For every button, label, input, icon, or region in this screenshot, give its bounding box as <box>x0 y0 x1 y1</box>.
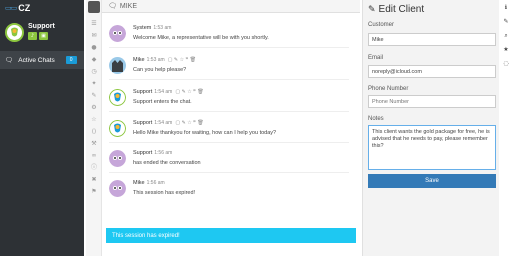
notes-label: Notes <box>368 116 384 122</box>
cat-avatar-icon <box>109 57 126 74</box>
edit-client-panel: ✎ Edit Client Customer Mike Email norepl… <box>362 0 499 256</box>
message-time: 1:53 am <box>153 25 172 31</box>
support-avatar-icon <box>109 89 126 106</box>
tool-rail: ☰ ✉ ● ◆ ◷ ✦ ✎ ⚙ ☆ ⟨⟩ ⚒ ∞ ⓘ ✖ ⚑ <box>86 0 102 256</box>
clock-icon[interactable]: ◷ <box>90 68 98 76</box>
active-chats-count: 0 <box>65 56 77 64</box>
star-icon[interactable]: ☆ <box>90 116 98 124</box>
message-author: System <box>133 25 152 31</box>
left-panel: ▭▭ CZ Support ♪ ▣ 🗨 Active Chats 0 <box>0 0 84 256</box>
message-actions-icon[interactable]: ▢✎☆❞🗑 <box>175 89 205 95</box>
robot-avatar-icon <box>109 180 126 197</box>
agent-name: Support <box>28 23 55 30</box>
support-avatar-icon <box>109 120 126 137</box>
save-button[interactable]: Save <box>368 174 496 188</box>
message-text: Support enters the chat. <box>133 99 192 105</box>
active-chats-label: Active Chats <box>18 56 55 64</box>
robot-avatar-icon <box>109 25 126 42</box>
notes-textarea[interactable]: This client wants the gold package for f… <box>368 125 496 170</box>
code-icon[interactable]: ⟨⟩ <box>90 128 98 136</box>
location-icon[interactable]: ◆ <box>90 56 98 64</box>
link-icon[interactable]: ∞ <box>90 152 98 160</box>
robot-avatar-icon <box>109 150 126 167</box>
info-icon[interactable]: ℹ <box>502 4 510 12</box>
message-text: Can you help please? <box>133 67 187 73</box>
message-text: Hello Mike thankyou for waiting, how can… <box>133 130 277 136</box>
chat-header: 🗨 MIKE <box>102 0 360 13</box>
message-actions-icon[interactable]: ▢✎☆❞🗑 <box>168 57 198 63</box>
monitor-icon: ▭▭ <box>5 3 17 12</box>
flag-icon[interactable]: ⚑ <box>90 188 98 196</box>
message-actions-icon[interactable]: ▢✎☆❞🗑 <box>175 120 205 126</box>
info-icon[interactable]: ⓘ <box>90 164 98 172</box>
message-time: 1:56 am <box>154 150 173 156</box>
search-icon[interactable]: ⌕ <box>502 32 510 40</box>
message-text: This session has expired! <box>133 190 196 196</box>
message-time: 1:54 am <box>154 89 173 95</box>
message-text: has ended the conversation <box>133 160 201 166</box>
active-chats-item[interactable]: 🗨 Active Chats 0 <box>0 51 84 69</box>
agent-avatar <box>5 23 24 42</box>
phone-label: Phone Number <box>368 86 409 92</box>
chat-icon[interactable]: ◌ <box>502 60 510 68</box>
message-author: Support <box>133 120 153 126</box>
edit-icon[interactable]: ✎ <box>502 18 510 26</box>
message-author: Mike <box>133 57 145 63</box>
pin-icon[interactable]: ✦ <box>90 80 98 88</box>
panel-title: ✎ Edit Client <box>368 4 424 15</box>
message-time: 1:53 am <box>146 57 165 63</box>
chat-visitor-name: MIKE <box>119 2 138 10</box>
chat-bubble-icon: 🗨 <box>5 56 14 64</box>
panel-title-text: Edit Client <box>378 4 425 15</box>
message-text: Welcome Mike, a representative will be w… <box>133 35 269 41</box>
star-icon[interactable]: ★ <box>502 46 510 54</box>
visitor-avatar-icon[interactable] <box>88 1 100 13</box>
customer-input[interactable]: Mike <box>368 33 496 46</box>
chat-bubble-icon: 🗨 <box>108 2 117 10</box>
right-rail: ℹ ✎ ⌕ ★ ◌ <box>500 0 512 256</box>
session-expired-banner: This session has expired! <box>106 228 356 243</box>
message-icon[interactable]: ✉ <box>90 32 98 40</box>
brand-logo: ▭▭ CZ <box>5 2 31 13</box>
edit-icon: ✎ <box>368 4 376 15</box>
message-author: Support <box>133 150 153 156</box>
message-author: Mike <box>133 180 145 186</box>
email-input[interactable]: noreply@icloud.com <box>368 65 496 78</box>
pencil-icon[interactable]: ✎ <box>90 92 98 100</box>
email-label: Email <box>368 55 384 61</box>
message-time: 1:56 am <box>146 180 165 186</box>
trash-icon[interactable]: ✖ <box>90 176 98 184</box>
gear-icon[interactable]: ⚙ <box>90 104 98 112</box>
wrench-icon[interactable]: ⚒ <box>90 140 98 148</box>
phone-input[interactable]: Phone Number <box>368 95 496 108</box>
sound-toggle-icon[interactable]: ♪ <box>28 32 37 40</box>
message-author: Support <box>133 89 153 95</box>
message-list: System 1:53 am Welcome Mike, a representa… <box>102 14 360 223</box>
customer-label: Customer <box>368 22 395 28</box>
brand-text: CZ <box>18 2 31 13</box>
user-icon[interactable]: ● <box>90 44 98 52</box>
chat-icon[interactable]: ☰ <box>90 20 98 28</box>
agent-card: Support ♪ ▣ <box>0 18 84 50</box>
status-toggle-icon[interactable]: ▣ <box>39 32 48 40</box>
message-time: 1:54 am <box>154 120 173 126</box>
